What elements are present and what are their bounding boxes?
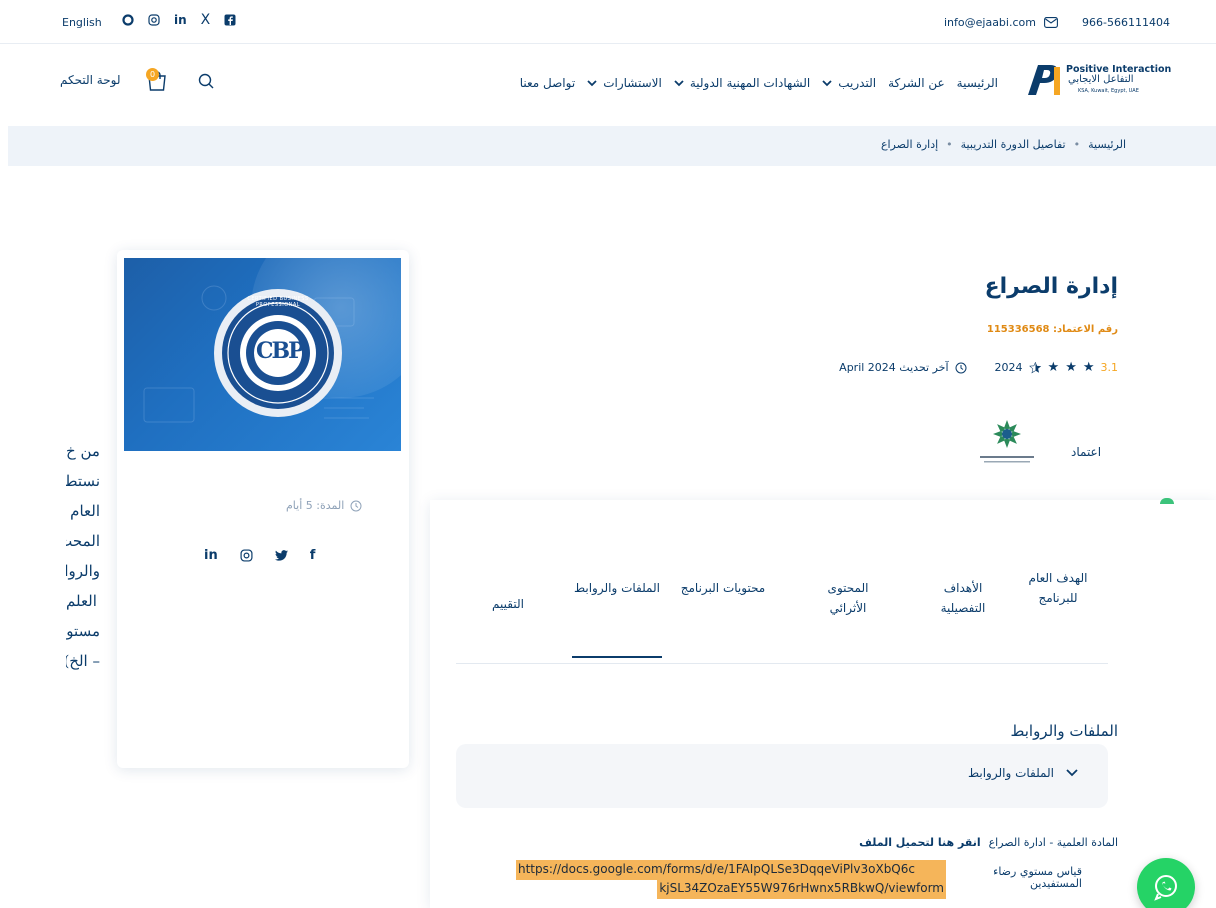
logo-subtitle: KSA, Kuwait, Egypt, UAE <box>1078 88 1139 94</box>
circle-icon[interactable] <box>122 14 134 26</box>
breadcrumb-home[interactable]: الرئيسية <box>1088 138 1126 151</box>
survey-label: قياس مستوي رضاء المستفيدين <box>993 865 1082 890</box>
linkedin-icon[interactable]: in <box>204 548 218 563</box>
survey-url-line-1[interactable]: https://docs.google.com/forms/d/e/1FAIpQ… <box>516 860 946 880</box>
overlapping-text-fragment: من خ نستط العام – المحت والرواب العلم مس… <box>66 436 100 676</box>
overlay-line: من خ <box>66 442 100 460</box>
overlay-line: العام – <box>66 502 100 520</box>
language-switch[interactable]: English <box>62 16 102 29</box>
overlay-line: – الخ) <box>66 652 100 670</box>
last-updated-text: آخر تحديث April 2024 <box>839 361 949 374</box>
accordion-title[interactable]: الملفات والروابط <box>968 766 1054 780</box>
rating-row: 3.1 ★ ★ ★ 2024 آخر تحديث April 2024 <box>839 360 1118 375</box>
accreditation-logo <box>980 420 1034 463</box>
accordion-header[interactable]: الملفات والروابط <box>968 766 1078 780</box>
tab-detailed-objectives[interactable]: الأهداف التفصيلية <box>928 578 998 618</box>
material-file-row: المادة العلمية - ادارة الصراع انقر هنا ل… <box>859 836 1118 849</box>
breadcrumb-separator: • <box>1073 138 1081 151</box>
nav-link-certificates[interactable]: الشهادات المهنية الدولية <box>674 76 810 90</box>
dashboard-link[interactable]: لوحة التحكم <box>60 73 121 87</box>
top-social-links: in X <box>122 12 236 28</box>
files-accordion[interactable]: الملفات والروابط <box>456 744 1108 808</box>
star-icon: ★ <box>1047 360 1060 375</box>
nav-link-home[interactable]: الرئيسية <box>957 76 998 90</box>
breadcrumb-bar: الرئيسية • تفاصيل الدورة التدريبية • إدا… <box>8 126 1216 166</box>
site-logo[interactable]: Positive Interaction التفاعل الايجابي KS… <box>1024 59 1171 99</box>
course-title: إدارة الصراع <box>984 274 1118 299</box>
twitter-icon[interactable] <box>274 550 288 561</box>
nav-link-consulting[interactable]: الاستشارات <box>587 76 662 90</box>
rating-count: 2024 <box>994 361 1023 374</box>
nav-link-about[interactable]: عن الشركة <box>888 76 945 90</box>
star-icon: ★ <box>1082 360 1095 375</box>
instagram-icon[interactable] <box>148 14 160 26</box>
tab-general-objective[interactable]: الهدف العام للبرنامج <box>1008 568 1108 608</box>
tab-evaluation[interactable]: التقييم <box>478 594 538 614</box>
overlay-line: مستوى <box>66 622 100 640</box>
cart-count-badge: 0 <box>146 68 159 81</box>
chevron-down-icon <box>822 80 832 87</box>
duration-text: المدة: 5 أيام <box>286 499 345 512</box>
accreditation-label: اعتماد <box>1071 445 1102 459</box>
material-label: المادة العلمية - ادارة الصراع <box>988 836 1118 849</box>
linkedin-icon[interactable]: in <box>174 13 187 27</box>
nav-link-training[interactable]: التدريب <box>822 76 876 90</box>
overlay-line: نستط <box>66 472 100 490</box>
breadcrumb-separator: • <box>946 138 953 151</box>
download-material-link[interactable]: انقر هنا لتحميل الملف <box>859 836 981 849</box>
nav-link-contact[interactable]: تواصل معنا <box>520 76 575 90</box>
rating-value: 3.1 <box>1100 361 1119 374</box>
nav-links: الرئيسية عن الشركة التدريب الشهادات المه… <box>520 76 998 90</box>
breadcrumb-course-details[interactable]: تفاصيل الدورة التدريبية <box>961 138 1066 151</box>
x-icon[interactable]: X <box>201 12 211 28</box>
survey-url-line-2[interactable]: kjSL34ZOzaEY55W976rHwnx5RBkwQ/viewform <box>657 879 946 899</box>
facebook-icon[interactable]: f <box>310 548 316 563</box>
overlay-line: المحت <box>66 532 100 550</box>
main-navbar: Positive Interaction التفاعل الايجابي KS… <box>0 44 1216 126</box>
survey-url[interactable]: https://docs.google.com/forms/d/e/1FAIpQ… <box>516 860 946 904</box>
course-duration: المدة: 5 أيام <box>286 499 362 512</box>
files-section-title: الملفات والروابط <box>1010 722 1118 740</box>
dashboard-label[interactable]: لوحة التحكم <box>60 73 121 87</box>
star-icon: ★ <box>1065 360 1077 375</box>
breadcrumb-current: إدارة الصراع <box>880 138 939 151</box>
phone-number[interactable]: 966-566111404 <box>1082 16 1170 29</box>
course-tabs: الهدف العام للبرنامج الأهداف التفصيلية ا… <box>456 568 1108 664</box>
logo-arabic: التفاعل الايجابي <box>1068 74 1134 85</box>
mail-icon <box>1044 17 1058 28</box>
star-half-icon <box>1028 361 1041 374</box>
email-contact[interactable]: info@ejaabi.com <box>944 16 1058 29</box>
overlay-line: العلم <box>66 592 97 610</box>
email-text[interactable]: info@ejaabi.com <box>944 16 1036 29</box>
tab-program-contents[interactable]: محتويات البرنامج <box>678 578 768 598</box>
cbp-monogram: CBP <box>256 338 305 364</box>
chevron-down-icon <box>1066 769 1078 777</box>
share-social-links: in f <box>204 548 315 563</box>
whatsapp-icon <box>1154 875 1177 901</box>
chevron-down-icon <box>674 80 684 87</box>
clock-icon <box>955 362 967 373</box>
cbp-ring-text: CERTIFIED BUSINESS PROFESSIONAL <box>247 296 309 308</box>
tab-enrichment-content[interactable]: المحتوى الأثرائي <box>808 578 888 618</box>
search-icon[interactable] <box>198 73 214 89</box>
status-dot <box>1160 498 1174 504</box>
instagram-icon[interactable] <box>240 549 253 562</box>
overlay-line: والرواب <box>66 562 100 580</box>
accreditation-number: رقم الاعتماد: 115336568 <box>986 324 1118 335</box>
last-updated: آخر تحديث April 2024 <box>839 361 967 374</box>
chevron-down-icon <box>587 80 597 87</box>
facebook-icon[interactable] <box>224 14 236 26</box>
clock-icon <box>350 500 362 511</box>
whatsapp-button[interactable] <box>1137 858 1195 908</box>
tab-files-links[interactable]: الملفات والروابط <box>572 578 662 658</box>
course-banner-image: CBP CERTIFIED BUSINESS PROFESSIONAL <box>124 258 401 451</box>
top-bar: English in X info@ejaabi.com 966-5661114… <box>0 0 1216 44</box>
pi-logo-mark <box>1028 65 1060 95</box>
breadcrumb: الرئيسية • تفاصيل الدورة التدريبية • إدا… <box>881 138 1126 151</box>
